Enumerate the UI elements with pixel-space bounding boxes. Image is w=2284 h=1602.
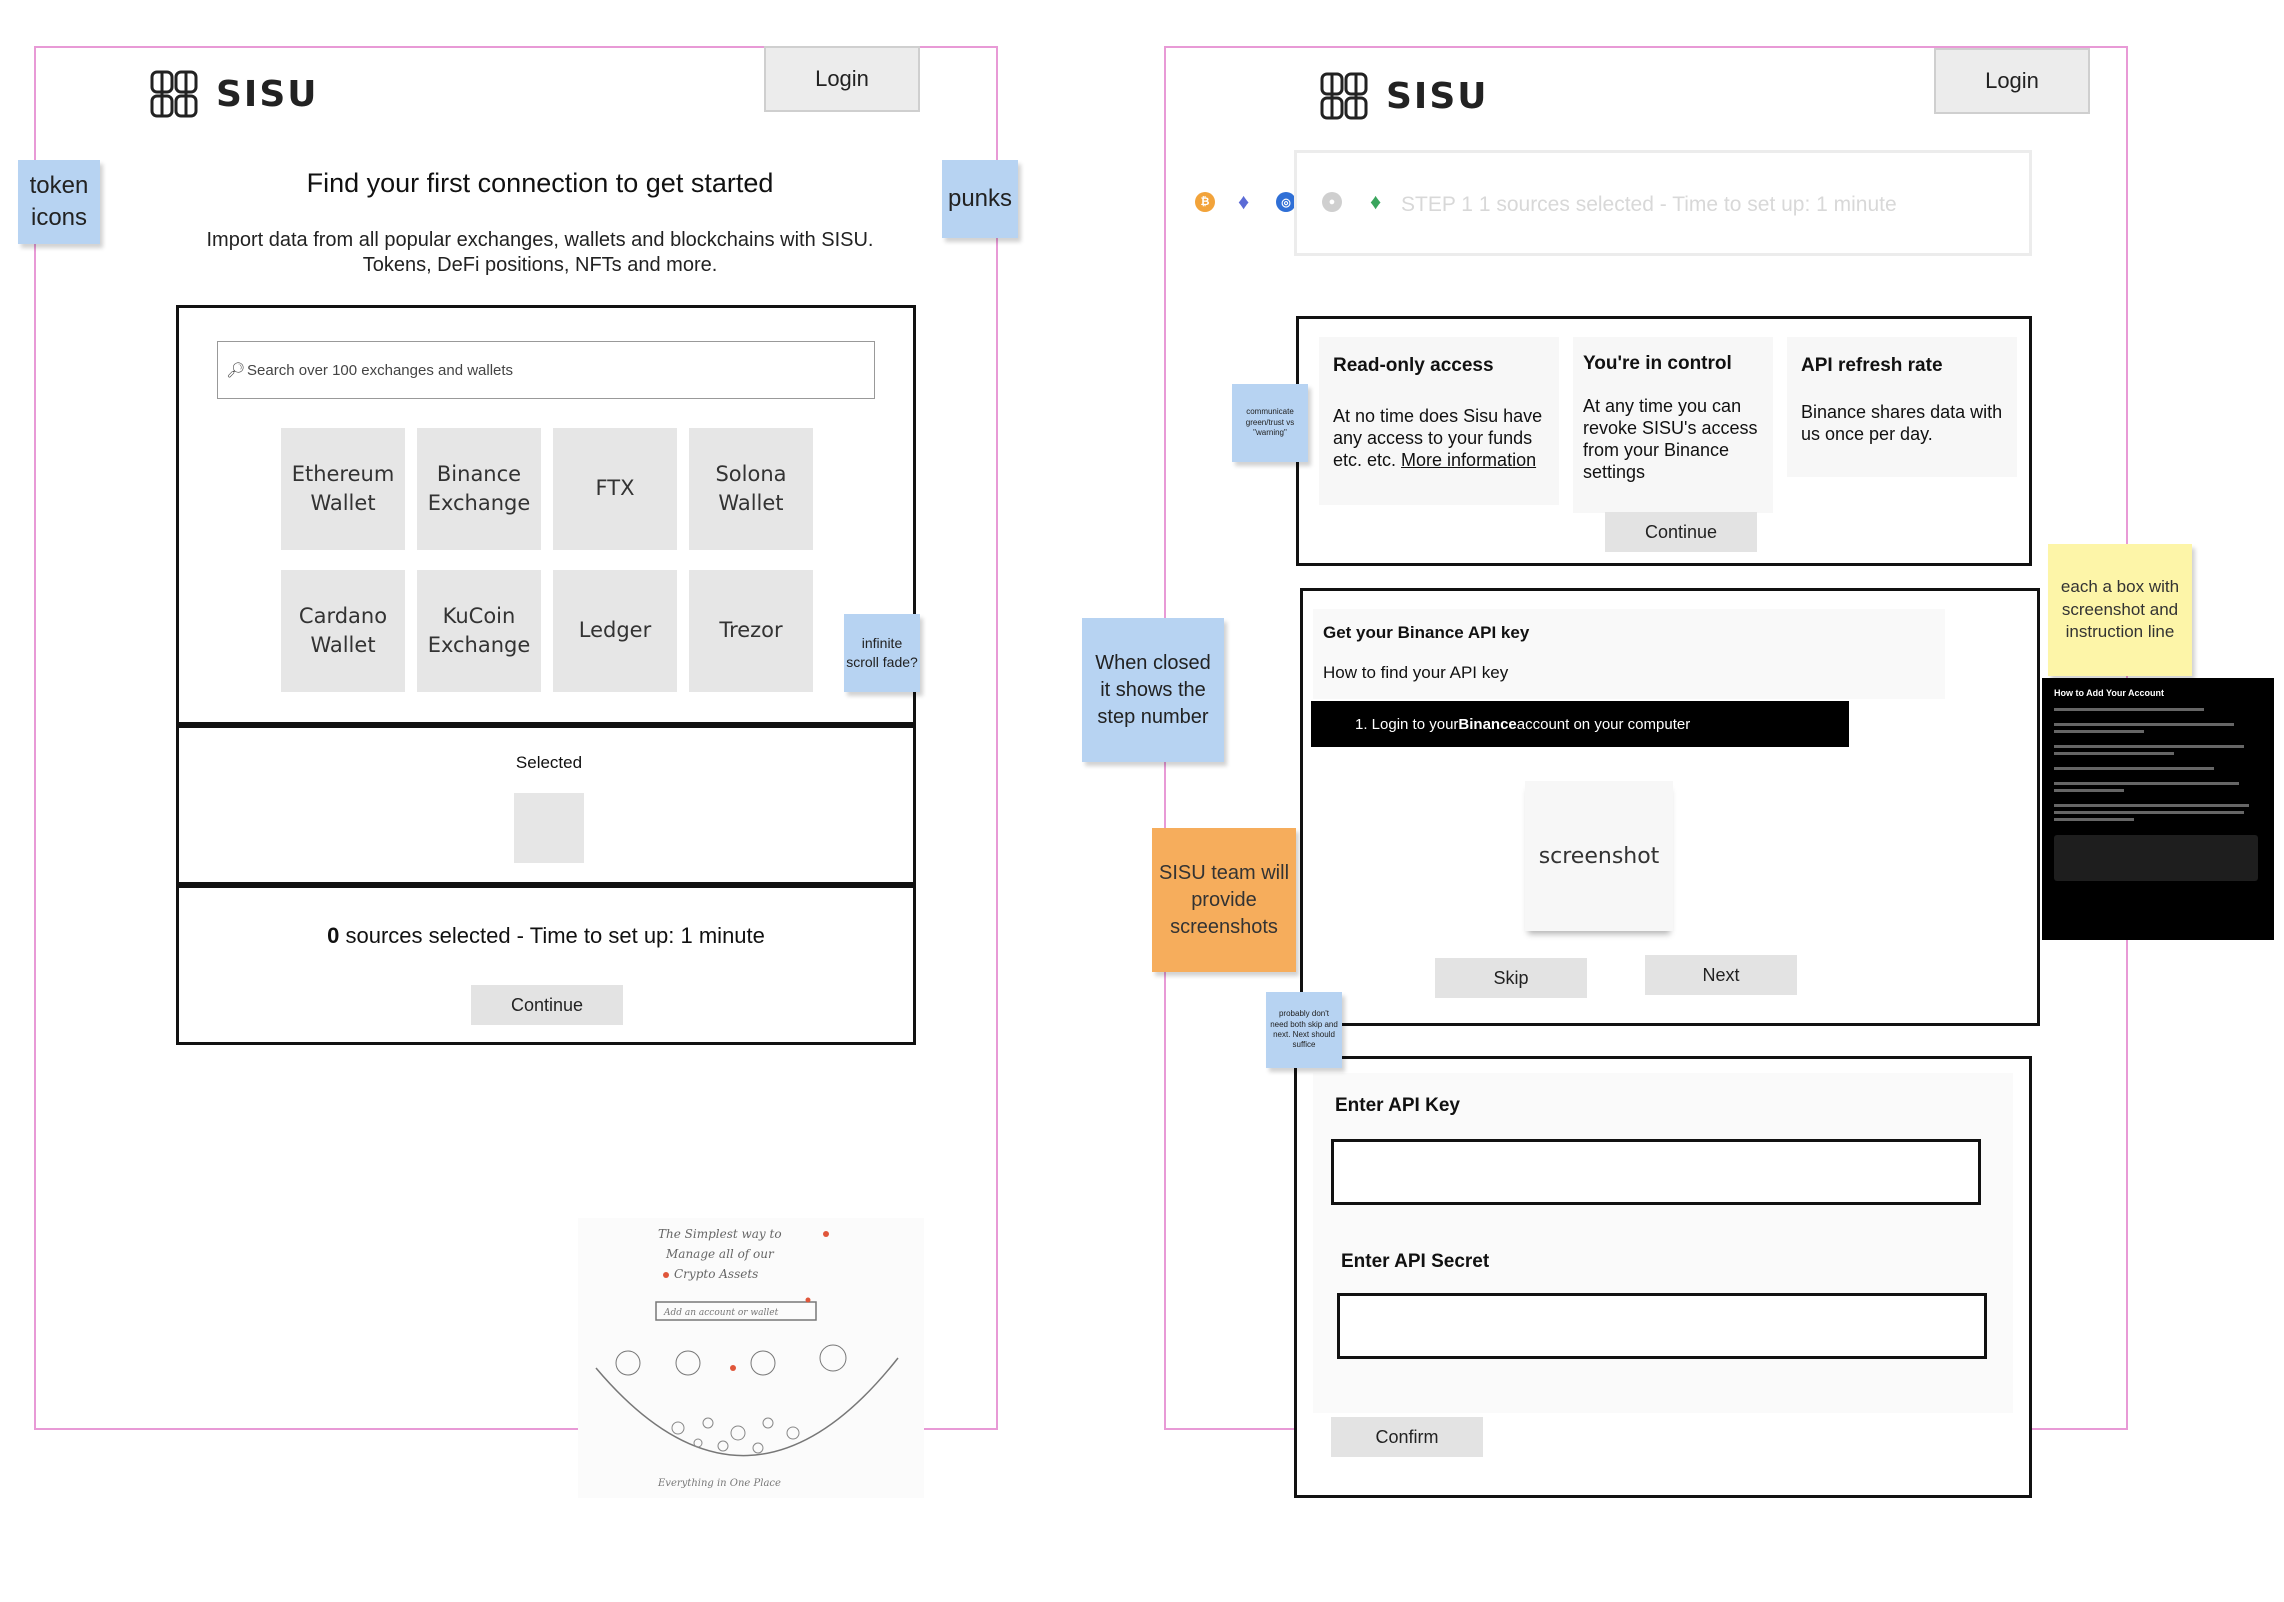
example-title: How to Add Your Account — [2054, 688, 2164, 698]
info-title-in-control: You're in control — [1583, 353, 1732, 374]
tile-kucoin-exchange[interactable]: KuCoin Exchange — [417, 570, 541, 692]
selected-slot — [514, 793, 584, 863]
sisu-logo-icon — [1320, 72, 1368, 120]
svg-text:Manage all of our: Manage all of our — [665, 1247, 775, 1261]
ethereum-icon: ♦ — [1238, 189, 1250, 214]
sisu-logo-icon — [150, 70, 198, 118]
tile-binance-exchange[interactable]: Binance Exchange — [417, 428, 541, 550]
sources-text: sources selected - Time to set up: 1 min… — [339, 923, 765, 948]
next-button[interactable]: Next — [1645, 955, 1797, 995]
continue-button[interactable]: Continue — [471, 985, 623, 1025]
confirm-button[interactable]: Confirm — [1331, 1417, 1483, 1457]
brand-name: SISU — [216, 73, 319, 115]
info-col-refresh-rate: API refresh rate Binance shares data wit… — [1787, 337, 2017, 477]
selected-panel: Selected — [176, 725, 916, 885]
screenshot-placeholder: screenshot — [1525, 781, 1673, 931]
api-title: Get your Binance API key — [1323, 623, 1530, 642]
sticky-infinite-scroll: infinite scroll fade? — [844, 614, 920, 692]
api-key-input[interactable] — [1331, 1139, 1981, 1205]
api-secret-input[interactable] — [1337, 1293, 1987, 1359]
example-instructions-image: How to Add Your Account — [2042, 678, 2274, 940]
sticky-team-screenshots: SISU team will provide screenshots — [1152, 828, 1296, 972]
more-information-link[interactable]: More information — [1401, 450, 1536, 470]
svg-text:Crypto Assets: Crypto Assets — [674, 1267, 758, 1281]
subtitle-line-2: Tokens, DeFi positions, NFTs and more. — [362, 254, 718, 276]
summary-panel: 0 sources selected - Time to set up: 1 m… — [176, 885, 916, 1045]
tile-ledger[interactable]: Ledger — [553, 570, 677, 692]
page-title: Find your first connection to get starte… — [306, 168, 774, 198]
sketch-drawing: The Simplest way to Manage all of our Cr… — [595, 1227, 899, 1489]
hand-sketch: The Simplest way to Manage all of our Cr… — [578, 1218, 924, 1498]
api-entry-bg — [1313, 1073, 2013, 1413]
search-placeholder: Search over 100 exchanges and wallets — [247, 361, 514, 379]
sticky-each-box: each a box with screenshot and instructi… — [2048, 544, 2192, 676]
tile-ftx[interactable]: FTX — [553, 428, 677, 550]
subtitle-line-1: Import data from all popular exchanges, … — [206, 229, 874, 251]
usdc-icon: ◎ — [1276, 192, 1296, 212]
tile-trezor[interactable]: Trezor — [689, 570, 813, 692]
login-button[interactable]: Login — [764, 46, 920, 112]
api-key-label: Enter API Key — [1335, 1095, 1460, 1116]
api-instructions-panel: Get your Binance API key How to find you… — [1300, 588, 2040, 1026]
info-continue-button[interactable]: Continue — [1605, 512, 1757, 552]
api-subtitle: How to find your API key — [1323, 663, 1509, 682]
step-collapsed-box[interactable]: STEP 1 1 sources selected - Time to set … — [1294, 150, 2032, 256]
svg-text:Everything in One Place: Everything in One Place — [657, 1478, 781, 1489]
tile-ethereum-wallet[interactable]: Ethereum Wallet — [281, 428, 405, 550]
tile-solona-wallet[interactable]: Solona Wallet — [689, 428, 813, 550]
skip-button[interactable]: Skip — [1435, 958, 1587, 998]
connections-panel: 🔎︎ Search over 100 exchanges and wallets… — [176, 305, 916, 725]
api-secret-label: Enter API Secret — [1341, 1251, 1490, 1272]
tile-cardano-wallet[interactable]: Cardano Wallet — [281, 570, 405, 692]
login-button[interactable]: Login — [1934, 48, 2090, 114]
right-logo: SISU — [1318, 70, 1488, 122]
selected-label: Selected — [515, 753, 583, 772]
step-text: STEP 1 1 sources selected - Time to set … — [1401, 193, 1897, 216]
search-icon: 🔎︎ — [226, 362, 246, 379]
info-title-refresh-rate: API refresh rate — [1801, 355, 1943, 376]
sticky-token-icons: token icons — [18, 160, 100, 244]
sources-summary: 0 sources selected - Time to set up: 1 m… — [179, 923, 913, 949]
bitcoin-icon: ₿ — [1195, 192, 1215, 212]
sticky-punks: punks — [942, 160, 1018, 238]
info-body-read-only: At no time does Sisu have any access to … — [1333, 406, 1543, 470]
api-entry-panel: Enter API Key Enter API Secret Confirm — [1294, 1056, 2032, 1498]
svg-text:Add an account or wallet: Add an account or wallet — [663, 1308, 779, 1318]
sticky-when-closed: When closed it shows the step number — [1082, 618, 1224, 762]
info-panel: Read-only access At no time does Sisu ha… — [1296, 316, 2032, 566]
brand-name: SISU — [1386, 75, 1489, 117]
sticky-skip-next: probably don't need both skip and next. … — [1266, 992, 1342, 1068]
search-input[interactable]: 🔎︎ Search over 100 exchanges and wallets — [217, 341, 875, 399]
page-subtitle: Import data from all popular exchanges, … — [160, 228, 920, 278]
instruction-line: 1. Login to your Binance account on your… — [1311, 701, 1849, 747]
info-col-read-only: Read-only access At no time does Sisu ha… — [1319, 337, 1559, 505]
sources-count: 0 — [327, 923, 340, 948]
sticky-communicate: communicate green/trust vs "warning" — [1232, 384, 1308, 462]
info-col-in-control: You're in control At any time you can re… — [1573, 337, 1773, 513]
info-body-in-control: At any time you can revoke SISU's access… — [1583, 396, 1758, 482]
svg-text:The Simplest way to: The Simplest way to — [658, 1227, 782, 1241]
info-body-refresh-rate: Binance shares data with us once per day… — [1801, 402, 2003, 444]
info-title-read-only: Read-only access — [1333, 355, 1494, 376]
left-logo: SISU — [148, 68, 318, 120]
